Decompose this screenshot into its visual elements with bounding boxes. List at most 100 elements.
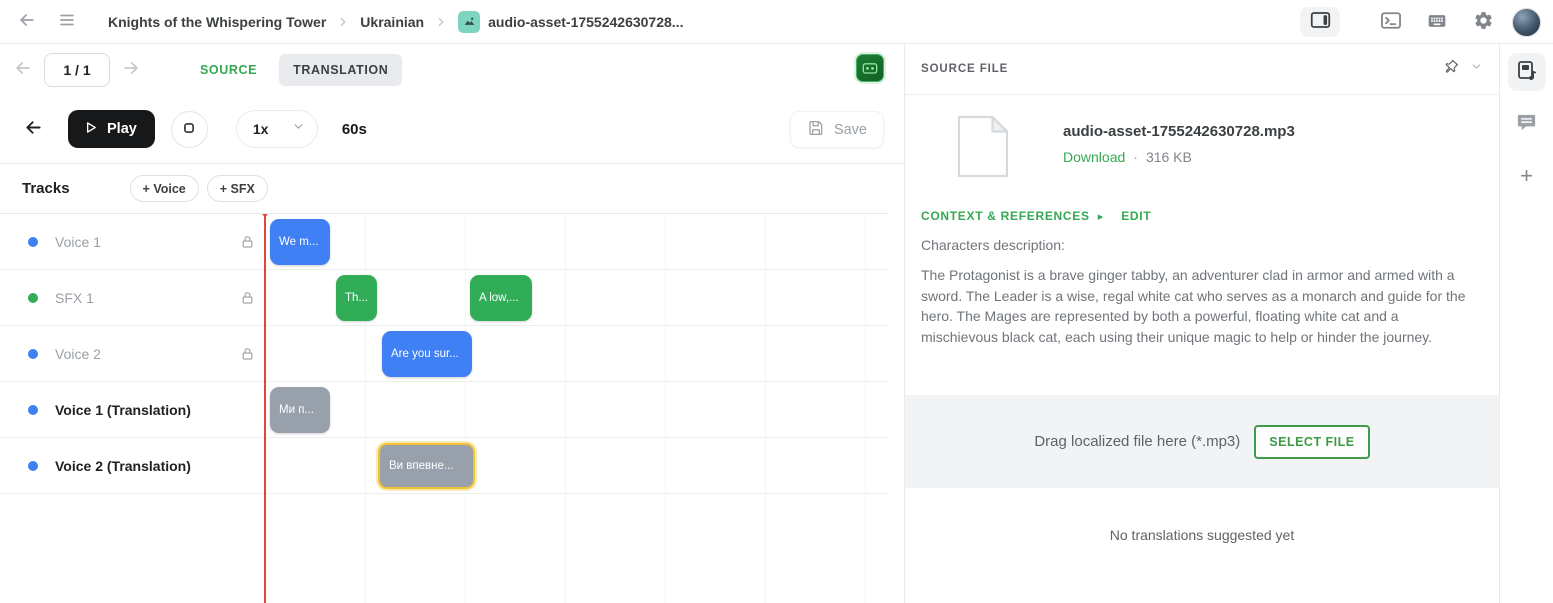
download-link[interactable]: Download: [1063, 149, 1125, 165]
tab-translation[interactable]: TRANSLATION: [279, 54, 402, 86]
track-color-dot: [28, 237, 38, 247]
save-label: Save: [834, 122, 867, 138]
breadcrumb: Knights of the Whispering Tower Ukrainia…: [108, 11, 683, 33]
app-window: Knights of the Whispering Tower Ukrainia…: [0, 0, 1553, 603]
media-file-icon: [1515, 59, 1539, 86]
track-name: SFX 1: [55, 290, 94, 306]
meta-separator: ·: [1133, 149, 1138, 165]
tracks-title: Tracks: [22, 180, 70, 197]
settings-button[interactable]: [1466, 6, 1500, 38]
save-icon: [807, 119, 825, 141]
file-block: audio-asset-1755242630728.mp3 Download ·…: [957, 115, 1483, 183]
breadcrumb-asset[interactable]: audio-asset-1755242630728...: [458, 11, 683, 33]
audio-clip[interactable]: We m...: [270, 219, 330, 265]
dropzone-text: Drag localized file here (*.mp3): [1034, 433, 1240, 450]
document-icon: [957, 115, 1009, 183]
plus-icon: +: [1520, 163, 1533, 189]
track-name: Voice 1: [55, 234, 101, 250]
chevron-right-icon: [336, 15, 350, 29]
right-icon-rail: +: [1499, 44, 1553, 603]
play-button[interactable]: Play: [68, 110, 155, 148]
audio-plugin-icon[interactable]: [856, 54, 884, 82]
source-file-title: SOURCE FILE: [921, 63, 1008, 75]
chevron-down-icon: [292, 120, 305, 138]
tab-source[interactable]: SOURCE: [186, 54, 271, 86]
characters-description-label: Characters description:: [921, 237, 1483, 253]
source-file-header: SOURCE FILE: [905, 44, 1499, 95]
track-color-dot: [28, 349, 38, 359]
image-asset-icon: [458, 11, 480, 33]
chevron-right-icon: [434, 15, 448, 29]
keyboard-button[interactable]: [1420, 6, 1454, 38]
audio-clip[interactable]: Are you sur...: [382, 331, 472, 377]
pin-icon[interactable]: [1442, 58, 1460, 81]
menu-button[interactable]: [50, 6, 84, 38]
panel-toggle-button[interactable]: [1300, 7, 1340, 37]
add-panel-button[interactable]: +: [1508, 157, 1546, 195]
comments-tab-button[interactable]: [1508, 105, 1546, 143]
audio-clip[interactable]: Th...: [336, 275, 377, 321]
playback-speed-value: 1x: [253, 121, 269, 137]
edit-context-button[interactable]: EDIT: [1121, 209, 1151, 223]
terminal-icon: [1380, 11, 1402, 33]
audio-clip[interactable]: Ми п...: [270, 387, 330, 433]
track-color-dot: [28, 461, 38, 471]
arrow-left-icon: [13, 58, 33, 81]
comment-icon: [1515, 111, 1538, 137]
user-avatar[interactable]: [1512, 8, 1541, 37]
chevron-down-icon[interactable]: [1470, 60, 1483, 78]
breadcrumb-project[interactable]: Knights of the Whispering Tower: [108, 14, 326, 30]
page-tab-row: 1 / 1 SOURCE TRANSLATION: [0, 44, 904, 95]
audio-clip[interactable]: Ви впевне...: [378, 443, 475, 489]
stop-button[interactable]: [171, 111, 208, 148]
stop-icon: [180, 119, 198, 140]
page-indicator: 1 / 1: [44, 53, 110, 87]
transport-bar: Play 1x 60s Save: [0, 95, 904, 164]
topbar: Knights of the Whispering Tower Ukrainia…: [0, 0, 1553, 44]
source-file-panel: SOURCE FILE audio-asset-1755242630728.mp…: [904, 44, 1499, 603]
playback-speed-select[interactable]: 1x: [236, 110, 318, 148]
lock-icon[interactable]: [240, 290, 255, 311]
keyboard-icon: [1425, 11, 1449, 34]
hamburger-icon: [58, 11, 76, 32]
localized-file-dropzone[interactable]: Drag localized file here (*.mp3) SELECT …: [905, 395, 1499, 488]
tracks-header: Tracks + Voice + SFX: [0, 164, 888, 214]
breadcrumb-language[interactable]: Ukrainian: [360, 14, 424, 30]
back-arrow-icon: [17, 10, 37, 33]
media-file-tab-button[interactable]: [1508, 53, 1546, 91]
prev-page-button[interactable]: [8, 55, 38, 85]
breadcrumb-asset-label: audio-asset-1755242630728...: [488, 14, 683, 30]
select-file-button[interactable]: SELECT FILE: [1254, 425, 1369, 459]
track-color-dot: [28, 405, 38, 415]
lock-icon[interactable]: [240, 346, 255, 367]
no-translations-message: No translations suggested yet: [905, 527, 1499, 543]
save-button[interactable]: Save: [790, 111, 884, 148]
file-name: audio-asset-1755242630728.mp3: [1063, 123, 1295, 140]
track-name: Voice 2 (Translation): [55, 458, 191, 474]
arrow-right-icon: [121, 58, 141, 81]
characters-description-text: The Protagonist is a brave ginger tabby,…: [921, 265, 1479, 347]
play-label: Play: [107, 121, 137, 137]
gear-icon: [1473, 10, 1494, 34]
track-row: Voice 1: [0, 214, 888, 270]
total-duration: 60s: [342, 121, 367, 138]
add-voice-track-button[interactable]: + Voice: [130, 175, 199, 202]
context-references-header[interactable]: CONTEXT & REFERENCES: [921, 209, 1090, 223]
track-row: SFX 1: [0, 270, 888, 326]
add-sfx-track-button[interactable]: + SFX: [207, 175, 268, 202]
track-name: Voice 2: [55, 346, 101, 362]
audio-clip[interactable]: A low,...: [470, 275, 532, 321]
terminal-button[interactable]: [1374, 6, 1408, 38]
next-page-button[interactable]: [116, 55, 146, 85]
track-color-dot: [28, 293, 38, 303]
play-icon: [82, 119, 99, 140]
exit-editor-button[interactable]: [16, 113, 50, 145]
caret-right-icon: ▸: [1098, 210, 1104, 223]
track-row: Voice 1 (Translation): [0, 382, 888, 438]
playhead[interactable]: [264, 214, 266, 603]
back-arrow-icon: [23, 117, 44, 141]
back-button[interactable]: [10, 6, 44, 38]
track-name: Voice 1 (Translation): [55, 402, 191, 418]
lock-icon[interactable]: [240, 234, 255, 255]
file-size: 316 KB: [1146, 149, 1192, 165]
